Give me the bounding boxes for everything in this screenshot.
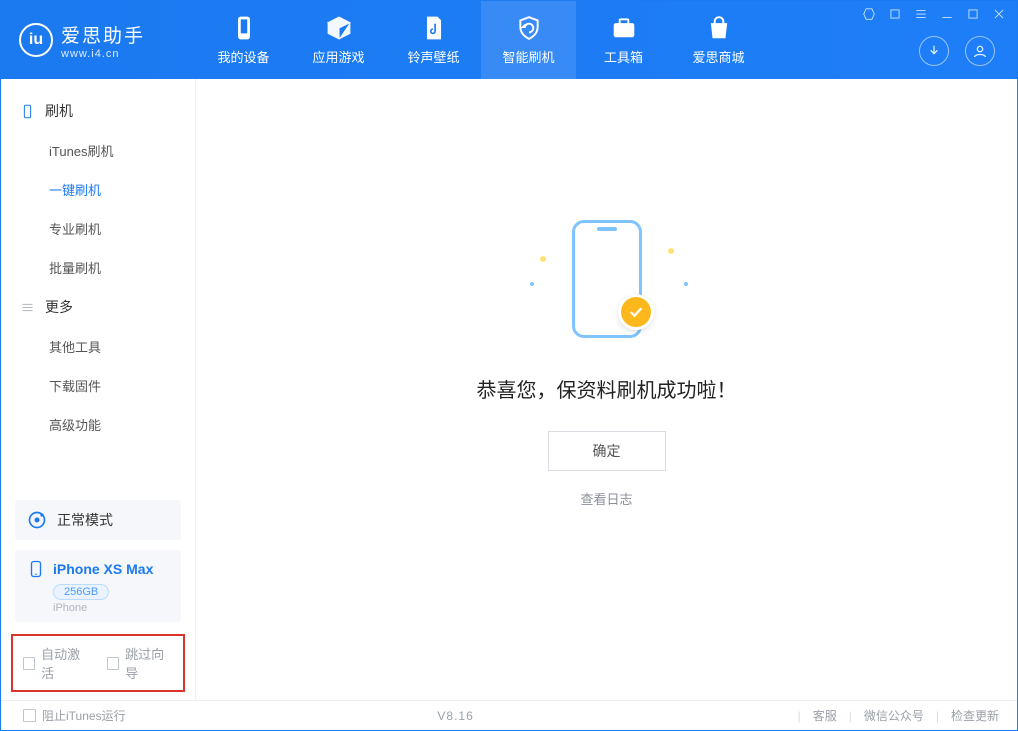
sidebar: 刷机 iTunes刷机 一键刷机 专业刷机 批量刷机 更多 其他工具 下载固件 … <box>1 79 196 700</box>
footer-link-wechat[interactable]: 微信公众号 <box>864 707 924 724</box>
window-controls <box>861 7 1007 21</box>
nav-label: 铃声壁纸 <box>407 47 459 66</box>
device-name: iPhone XS Max <box>53 561 153 577</box>
footer-links: | 客服 | 微信公众号 | 检查更新 <box>798 707 999 724</box>
mode-icon <box>27 510 47 530</box>
download-button[interactable] <box>919 36 949 66</box>
nav-apps[interactable]: 应用游戏 <box>291 1 386 79</box>
logo-text: 爱思助手 www.i4.cn <box>61 21 145 60</box>
success-title: 恭喜您，保资料刷机成功啦！ <box>477 374 737 403</box>
maximize-icon[interactable] <box>965 7 981 21</box>
sidebar-list: 刷机 iTunes刷机 一键刷机 专业刷机 批量刷机 更多 其他工具 下载固件 … <box>1 79 195 500</box>
phone-outline-icon <box>19 103 35 119</box>
phone-icon <box>27 560 45 578</box>
top-nav: 我的设备 应用游戏 铃声壁纸 智能刷机 <box>196 1 766 79</box>
content: 恭喜您，保资料刷机成功啦！ 确定 查看日志 <box>196 79 1017 700</box>
logo-icon: iu <box>19 23 53 57</box>
sidebar-item-firmware[interactable]: 下载固件 <box>1 366 195 405</box>
sidebar-item-pro[interactable]: 专业刷机 <box>1 209 195 248</box>
footer-link-support[interactable]: 客服 <box>813 707 837 724</box>
menu-lines-icon <box>19 299 35 315</box>
minimize-icon[interactable] <box>939 7 955 21</box>
nav-flash[interactable]: 智能刷机 <box>481 1 576 79</box>
success-illustration <box>522 212 692 352</box>
nav-label: 我的设备 <box>217 47 269 66</box>
profile-button[interactable] <box>965 36 995 66</box>
sidebar-group-flash: 刷机 <box>1 91 195 131</box>
checkbox-auto-activate[interactable]: 自动激活 <box>23 644 89 682</box>
nav-my-device[interactable]: 我的设备 <box>196 1 291 79</box>
music-file-icon <box>421 15 447 41</box>
checkbox-label: 阻止iTunes运行 <box>42 707 126 724</box>
nav-label: 工具箱 <box>604 47 643 66</box>
sidebar-item-batch[interactable]: 批量刷机 <box>1 248 195 287</box>
sidebar-group-more: 更多 <box>1 287 195 327</box>
header-actions <box>919 36 995 66</box>
footer: 阻止iTunes运行 V8.16 | 客服 | 微信公众号 | 检查更新 <box>1 700 1017 730</box>
check-badge-icon <box>618 294 654 330</box>
checkbox-skip-wizard[interactable]: 跳过向导 <box>107 644 173 682</box>
sidebar-item-advanced[interactable]: 高级功能 <box>1 405 195 444</box>
mode-label: 正常模式 <box>57 510 113 530</box>
nav-label: 智能刷机 <box>502 47 554 66</box>
footer-link-update[interactable]: 检查更新 <box>951 707 999 724</box>
skin-icon[interactable] <box>887 7 903 21</box>
cube-icon <box>326 15 352 41</box>
nav-label: 爱思商城 <box>692 47 744 66</box>
toolbox-icon <box>611 15 637 41</box>
header: iu 爱思助手 www.i4.cn 我的设备 应用游戏 <box>1 1 1017 79</box>
sidebar-item-othertools[interactable]: 其他工具 <box>1 327 195 366</box>
checkbox-label: 跳过向导 <box>125 644 173 682</box>
app-title: 爱思助手 <box>61 21 145 48</box>
app-subtitle: www.i4.cn <box>61 48 145 60</box>
bag-icon <box>706 15 732 41</box>
device-icon <box>231 15 257 41</box>
checkbox-block-itunes[interactable]: 阻止iTunes运行 <box>23 707 126 724</box>
checkbox-icon <box>107 657 119 670</box>
group-label: 更多 <box>45 297 73 317</box>
logo-block: iu 爱思助手 www.i4.cn <box>1 1 196 79</box>
sidebar-item-oneclick[interactable]: 一键刷机 <box>1 170 195 209</box>
mode-card[interactable]: 正常模式 <box>15 500 181 540</box>
body: 刷机 iTunes刷机 一键刷机 专业刷机 批量刷机 更多 其他工具 下载固件 … <box>1 79 1017 700</box>
nav-ringtones[interactable]: 铃声壁纸 <box>386 1 481 79</box>
theme-icon[interactable] <box>861 7 877 21</box>
device-card[interactable]: iPhone XS Max 256GB iPhone <box>15 550 181 622</box>
highlighted-options: 自动激活 跳过向导 <box>11 634 185 692</box>
checkbox-icon <box>23 657 35 670</box>
version-label: V8.16 <box>437 709 473 723</box>
checkbox-label: 自动激活 <box>41 644 89 682</box>
sidebar-bottom: 正常模式 iPhone XS Max 256GB iPhone <box>1 500 195 632</box>
shield-refresh-icon <box>516 15 542 41</box>
checkbox-icon <box>23 709 36 722</box>
nav-label: 应用游戏 <box>312 47 364 66</box>
device-capacity: 256GB <box>53 584 109 600</box>
nav-tools[interactable]: 工具箱 <box>576 1 671 79</box>
nav-store[interactable]: 爱思商城 <box>671 1 766 79</box>
view-log-link[interactable]: 查看日志 <box>580 489 632 508</box>
sidebar-item-itunes[interactable]: iTunes刷机 <box>1 131 195 170</box>
app-window: iu 爱思助手 www.i4.cn 我的设备 应用游戏 <box>0 0 1018 731</box>
ok-button[interactable]: 确定 <box>548 431 666 471</box>
menu-icon[interactable] <box>913 7 929 21</box>
close-icon[interactable] <box>991 7 1007 21</box>
group-label: 刷机 <box>45 101 73 121</box>
device-type: iPhone <box>53 602 169 614</box>
